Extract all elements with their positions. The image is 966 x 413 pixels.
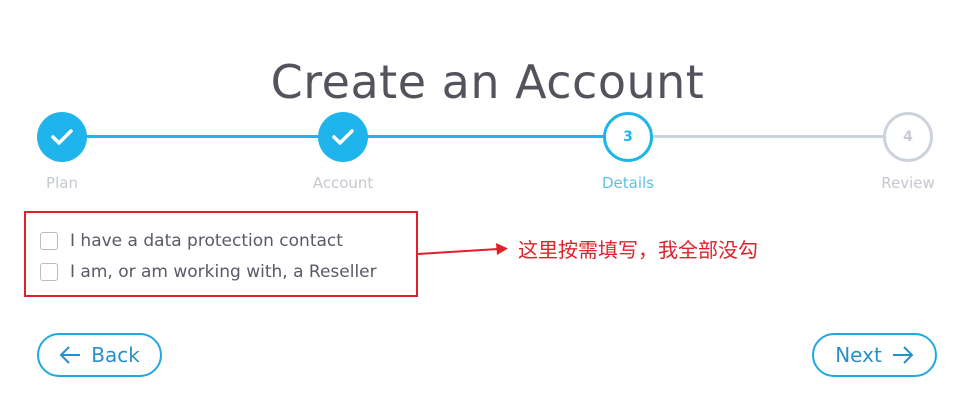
- option-data-protection-contact[interactable]: I have a data protection contact: [40, 231, 343, 251]
- next-button-label: Next: [835, 343, 882, 367]
- data-protection-checkbox[interactable]: [40, 232, 58, 250]
- back-button-label: Back: [91, 343, 140, 367]
- arrow-right-icon: [892, 346, 914, 364]
- progress-line-remaining: [628, 135, 908, 138]
- step-1-label: Plan: [46, 174, 78, 192]
- back-button[interactable]: Back: [37, 333, 162, 377]
- step-2-label: Account: [312, 174, 374, 192]
- option-reseller[interactable]: I am, or am working with, a Reseller: [40, 262, 377, 282]
- step-2-circle: [318, 112, 368, 162]
- step-4-label: Review: [881, 174, 935, 192]
- annotation-arrow-icon: [418, 243, 508, 255]
- step-3-number: 3: [623, 129, 633, 145]
- reseller-label: I am, or am working with, a Reseller: [70, 262, 377, 282]
- step-3-circle: 3: [603, 112, 653, 162]
- page-title: Create an Account: [270, 54, 705, 109]
- reseller-checkbox[interactable]: [40, 263, 58, 281]
- arrow-left-icon: [59, 346, 81, 364]
- annotation-highlight-box: [24, 211, 418, 297]
- step-4-number: 4: [903, 129, 913, 145]
- check-icon: [332, 129, 354, 145]
- check-icon: [51, 129, 73, 145]
- step-4-circle: 4: [883, 112, 933, 162]
- step-1-circle: [37, 112, 87, 162]
- annotation-text: 这里按需填写，我全部没勾: [518, 238, 758, 262]
- step-3-label: Details: [601, 174, 655, 192]
- next-button[interactable]: Next: [812, 333, 937, 377]
- data-protection-label: I have a data protection contact: [70, 231, 343, 251]
